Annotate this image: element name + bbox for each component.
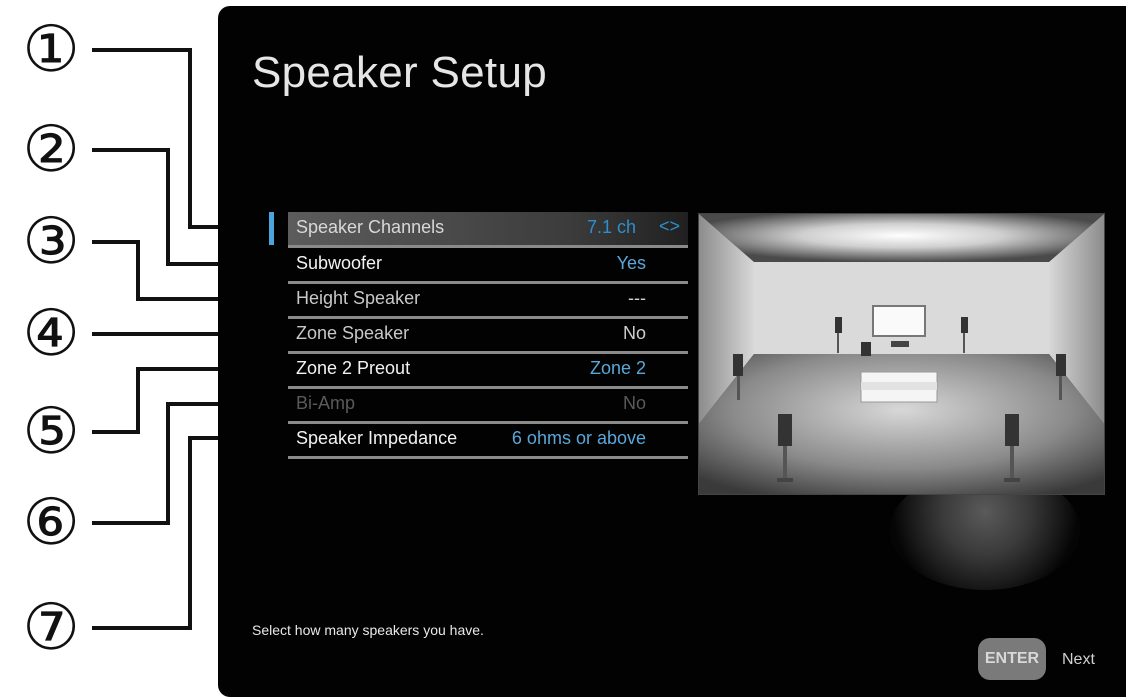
callout-number-4: ④ xyxy=(22,297,80,371)
setting-row-speaker-channels[interactable]: Speaker Channels 7.1 ch <> xyxy=(288,212,688,248)
setting-row-speaker-impedance[interactable]: Speaker Impedance 6 ohms or above xyxy=(288,423,688,459)
callout-number-2: ② xyxy=(22,113,80,187)
setting-label: Subwoofer xyxy=(296,253,383,273)
setting-row-subwoofer[interactable]: Subwoofer Yes xyxy=(288,248,688,284)
setting-label: Zone 2 Preout xyxy=(296,358,411,378)
setting-value: 6 ohms or above xyxy=(511,428,646,448)
help-text: Select how many speakers you have. xyxy=(252,622,484,638)
setting-value: No xyxy=(622,323,646,343)
next-label: Next xyxy=(1062,651,1095,668)
setting-label: Speaker Channels xyxy=(296,217,445,237)
selection-indicator xyxy=(269,212,274,245)
callout-number-7: ⑦ xyxy=(22,591,80,665)
setting-value: Yes xyxy=(616,253,646,273)
setting-row-height-speaker[interactable]: Height Speaker --- xyxy=(288,283,688,319)
setting-value: Zone 2 xyxy=(589,358,646,378)
setting-row-bi-amp: Bi-Amp No xyxy=(288,388,688,424)
setting-label: Speaker Impedance xyxy=(296,428,458,448)
setting-label: Height Speaker xyxy=(296,288,421,308)
left-right-arrows-icon[interactable]: <> xyxy=(659,216,680,237)
callout-number-1: ① xyxy=(22,13,80,87)
enter-button[interactable]: ENTER xyxy=(978,638,1046,680)
setting-row-zone-speaker[interactable]: Zone Speaker No xyxy=(288,318,688,354)
setting-value: No xyxy=(622,393,646,413)
setting-value: --- xyxy=(628,288,646,308)
setting-label: Zone Speaker xyxy=(296,323,410,343)
room-illustration xyxy=(698,213,1105,495)
callout-number-3: ③ xyxy=(22,205,80,279)
callout-number-5: ⑤ xyxy=(22,395,80,469)
setting-label: Bi-Amp xyxy=(296,393,356,413)
setting-row-zone-2-preout[interactable]: Zone 2 Preout Zone 2 xyxy=(288,353,688,389)
page-title: Speaker Setup xyxy=(252,48,547,97)
callout-number-6: ⑥ xyxy=(22,486,80,560)
room-layout-image xyxy=(699,214,1104,494)
setting-value: 7.1 ch xyxy=(586,217,636,237)
